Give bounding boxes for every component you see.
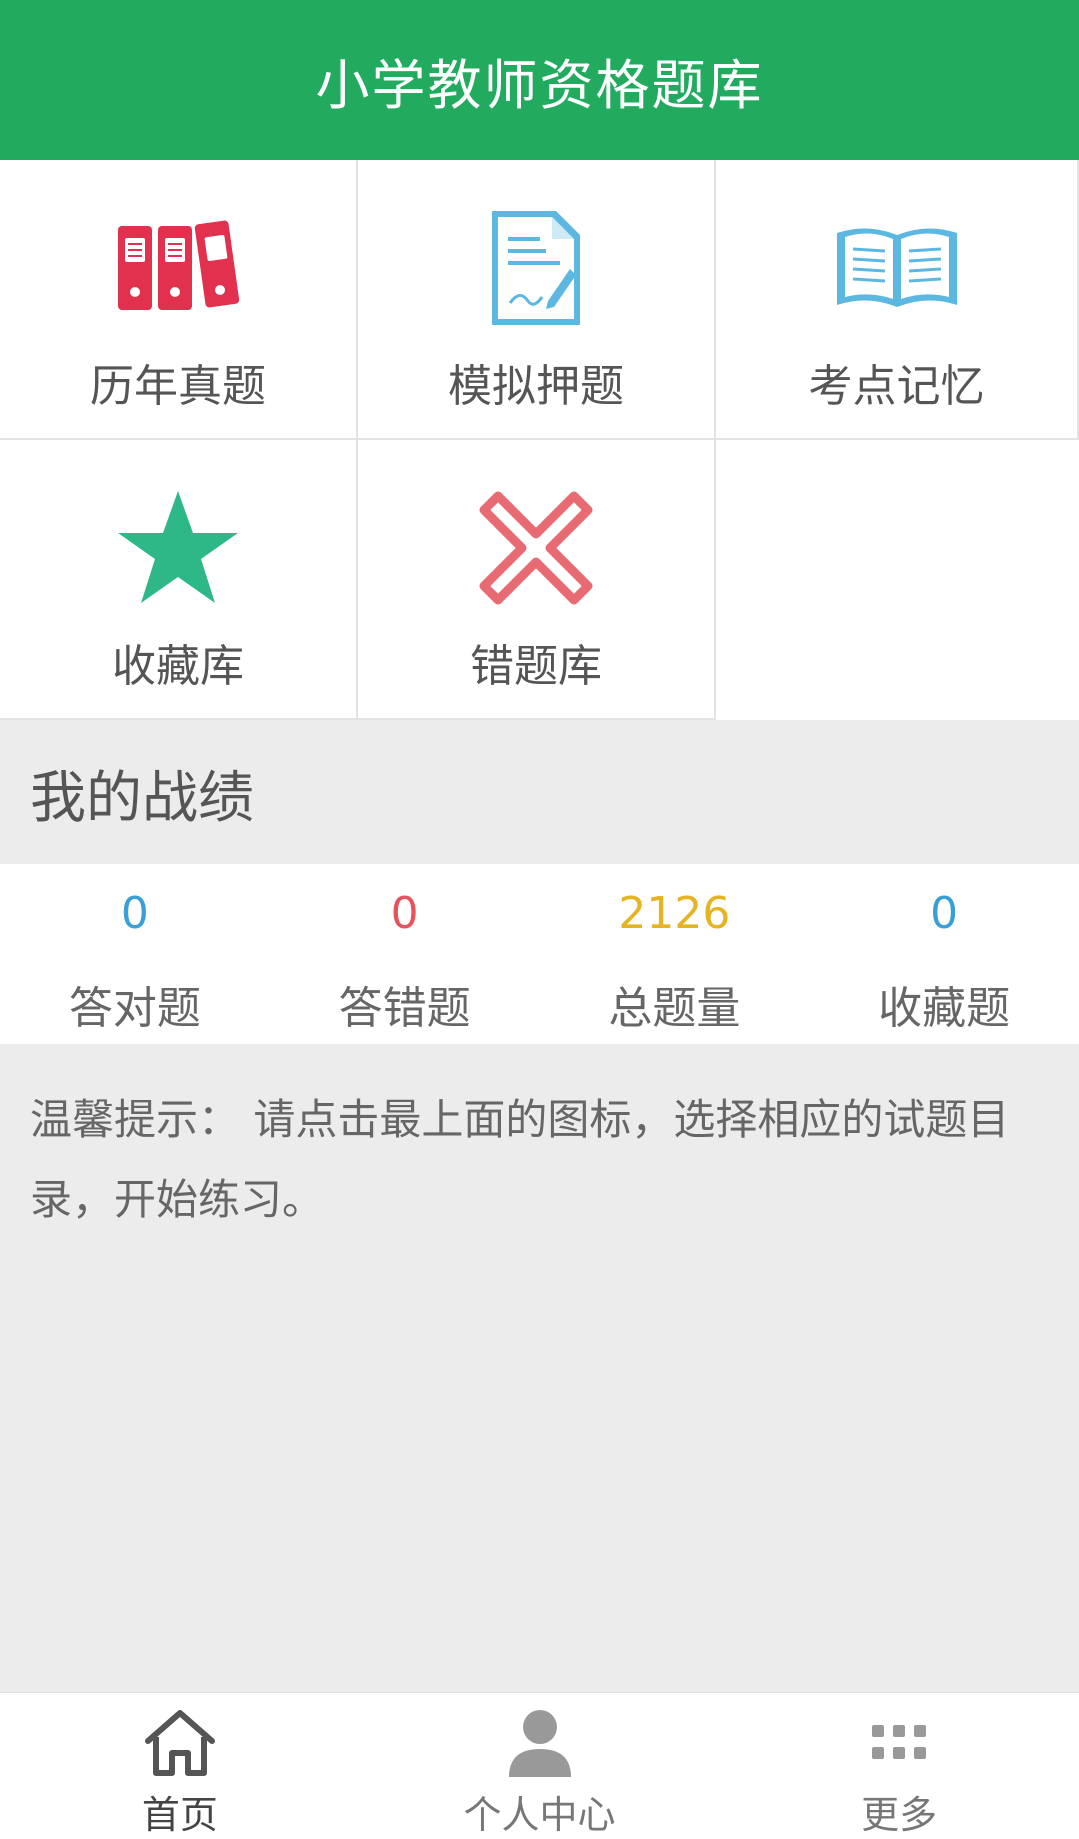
- tip-text: 温馨提示： 请点击最上面的图标，选择相应的试题目录，开始练习。: [30, 1095, 1010, 1224]
- tab-label: 更多: [861, 1793, 938, 1837]
- tab-profile[interactable]: 个人中心: [360, 1693, 720, 1839]
- home-icon: [140, 1705, 220, 1780]
- menu-item-wrong-questions[interactable]: 错题库: [358, 440, 716, 720]
- stat-value: 0: [930, 888, 959, 939]
- tab-label: 个人中心: [463, 1793, 616, 1837]
- menu-item-favorites[interactable]: 收藏库: [0, 440, 358, 720]
- star-icon: [113, 488, 243, 608]
- menu-grid: 历年真题 模拟押题 考点记忆 收藏库 错题库: [0, 160, 1079, 720]
- bottom-tab-bar: 首页 个人中心 更多: [0, 1692, 1079, 1839]
- stat-value: 0: [120, 888, 149, 939]
- tab-more[interactable]: 更多: [719, 1693, 1079, 1839]
- stat-favorites: 0 收藏题: [809, 864, 1079, 1044]
- tab-label: 首页: [141, 1793, 218, 1837]
- menu-label: 错题库: [470, 641, 602, 692]
- stat-label: 收藏题: [878, 983, 1011, 1034]
- menu-item-key-points[interactable]: 考点记忆: [716, 160, 1079, 440]
- stat-value: 0: [390, 888, 419, 939]
- user-icon: [500, 1705, 580, 1780]
- section-title: 我的战绩: [30, 765, 254, 831]
- app-title: 小学教师资格题库: [315, 53, 764, 117]
- open-book-icon: [832, 208, 962, 328]
- stat-total: 2126 总题量: [540, 864, 810, 1044]
- menu-label: 历年真题: [90, 361, 266, 412]
- stat-label: 答错题: [338, 983, 471, 1034]
- stat-value: 2126: [618, 888, 731, 939]
- menu-label: 模拟押题: [448, 361, 624, 412]
- tab-home[interactable]: 首页: [0, 1693, 360, 1839]
- document-pen-icon: [471, 208, 601, 328]
- stat-label: 答对题: [68, 983, 201, 1034]
- menu-label: 收藏库: [112, 641, 244, 692]
- cross-icon: [471, 488, 601, 608]
- menu-empty-cell: [716, 440, 1079, 720]
- menu-label: 考点记忆: [808, 361, 985, 412]
- my-record-header: 我的战绩: [0, 722, 1079, 864]
- stat-correct: 0 答对题: [0, 864, 270, 1044]
- app-header: 小学教师资格题库: [0, 0, 1079, 160]
- menu-item-past-exams[interactable]: 历年真题: [0, 160, 358, 440]
- binders-icon: [113, 208, 243, 328]
- more-icon: [859, 1705, 939, 1780]
- stat-label: 总题量: [608, 983, 741, 1034]
- stats-bar: 0 答对题 0 答错题 2126 总题量 0 收藏题: [0, 864, 1079, 1044]
- stat-wrong: 0 答错题: [270, 864, 540, 1044]
- menu-item-mock-exams[interactable]: 模拟押题: [358, 160, 716, 440]
